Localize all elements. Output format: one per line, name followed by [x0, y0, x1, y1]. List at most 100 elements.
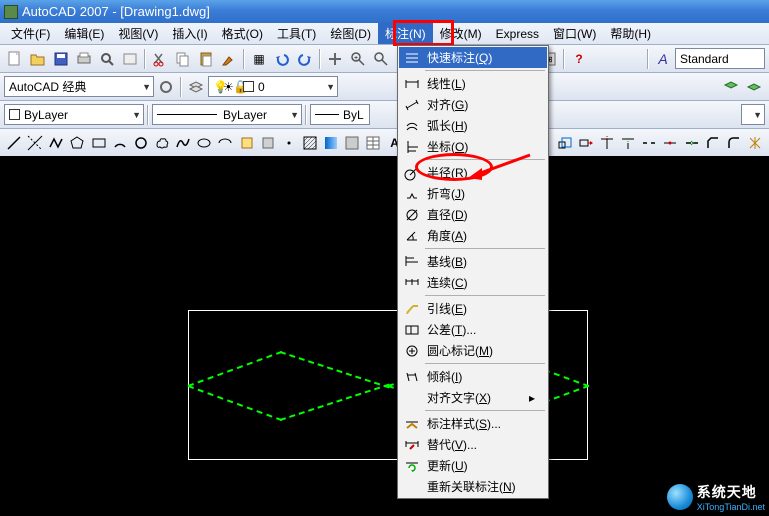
undo-button[interactable]: [271, 48, 293, 70]
menu-item-jogged-icon[interactable]: 折弯(J): [399, 183, 547, 204]
drawing-canvas[interactable]: [0, 156, 769, 516]
circle-tool[interactable]: [131, 132, 151, 154]
menu-item-linear-dim-icon[interactable]: 线性(L): [399, 73, 547, 94]
menu-item-radius-icon[interactable]: 半径(R): [399, 162, 547, 183]
scale-tool[interactable]: [555, 132, 575, 154]
menu-item-aligned-dim-icon[interactable]: 对齐(G): [399, 94, 547, 115]
ellipse-tool[interactable]: [194, 132, 214, 154]
menu-item-baseline-icon[interactable]: 基线(B): [399, 251, 547, 272]
text-style-button[interactable]: A: [652, 48, 674, 70]
menu-format[interactable]: 格式(O): [215, 23, 270, 44]
arc-tool[interactable]: [110, 132, 130, 154]
menu-item-oblique-icon[interactable]: 倾斜(I): [399, 366, 547, 387]
table-tool[interactable]: [363, 132, 383, 154]
radius-icon: [403, 164, 421, 182]
stretch-tool[interactable]: [576, 132, 596, 154]
color-combo[interactable]: ByLayer▼: [4, 104, 144, 125]
menu-item-ordinate-icon[interactable]: 坐标(O): [399, 136, 547, 157]
menu-file[interactable]: 文件(F): [4, 23, 57, 44]
ellipse-arc-tool[interactable]: [215, 132, 235, 154]
layer-button[interactable]: [185, 76, 207, 98]
menu-modify[interactable]: 修改(M): [433, 23, 489, 44]
rect-tool[interactable]: [89, 132, 109, 154]
menu-draw[interactable]: 绘图(D): [323, 23, 378, 44]
menu-view[interactable]: 视图(V): [111, 23, 165, 44]
gradient-tool[interactable]: [321, 132, 341, 154]
new-button[interactable]: [4, 48, 26, 70]
trim-tool[interactable]: [597, 132, 617, 154]
menu-item-label: 圆心标记(M): [427, 342, 535, 359]
copy-button[interactable]: [172, 48, 194, 70]
plot-button[interactable]: [73, 48, 95, 70]
menu-item-diameter-icon[interactable]: 直径(D): [399, 204, 547, 225]
help-button[interactable]: ?: [568, 48, 590, 70]
point-tool[interactable]: [279, 132, 299, 154]
menu-item-arc-length-icon[interactable]: 弧长(H): [399, 115, 547, 136]
plot-style-combo[interactable]: ▼: [741, 104, 765, 125]
extend-tool[interactable]: [618, 132, 638, 154]
menu-edit[interactable]: 编辑(E): [57, 23, 111, 44]
make-block-tool[interactable]: [258, 132, 278, 154]
ws-settings-button[interactable]: [155, 76, 177, 98]
menu-dimension[interactable]: 标注(N): [378, 23, 433, 44]
cut-button[interactable]: [149, 48, 171, 70]
menu-item-label: 直径(D): [427, 206, 535, 223]
workspace-combo[interactable]: AutoCAD 经典▼: [4, 76, 154, 97]
menu-help[interactable]: 帮助(H): [603, 23, 658, 44]
zoom-rt-button[interactable]: +: [347, 48, 369, 70]
menu-item-align-text-icon[interactable]: 对齐文字(X)▸: [399, 387, 547, 408]
menu-item-label: 重新关联标注(N): [427, 478, 535, 495]
workspace-toolbar: AutoCAD 经典▼ 💡 ☀ 🔓 0▼: [0, 73, 769, 101]
explode-tool[interactable]: [745, 132, 765, 154]
menu-tools[interactable]: 工具(T): [270, 23, 323, 44]
xline-tool[interactable]: [25, 132, 45, 154]
preview-button[interactable]: [96, 48, 118, 70]
menu-item-angular-icon[interactable]: 角度(A): [399, 225, 547, 246]
spline-tool[interactable]: [173, 132, 193, 154]
open-button[interactable]: [27, 48, 49, 70]
block-button[interactable]: ▦: [248, 48, 270, 70]
menu-item-update-icon[interactable]: 更新(U): [399, 455, 547, 476]
menu-item-leader-icon[interactable]: 引线(E): [399, 298, 547, 319]
menu-item-label: 快速标注(Q): [427, 49, 535, 66]
hatch-tool[interactable]: [300, 132, 320, 154]
menu-item-dim-style-icon[interactable]: 标注样式(S)...: [399, 413, 547, 434]
linetype-combo[interactable]: ByLayer▼: [152, 104, 302, 125]
pan-button[interactable]: [324, 48, 346, 70]
menu-express[interactable]: Express: [489, 25, 546, 43]
revcloud-tool[interactable]: [152, 132, 172, 154]
menu-item-center-mark-icon[interactable]: 圆心标记(M): [399, 340, 547, 361]
publish-button[interactable]: [119, 48, 141, 70]
menu-item-quick-dim-icon[interactable]: 快速标注(Q): [399, 47, 547, 68]
zoom-win-button[interactable]: [370, 48, 392, 70]
menu-item-tolerance-icon[interactable]: 公差(T)...: [399, 319, 547, 340]
separator: [563, 49, 565, 69]
menu-bar[interactable]: 文件(F) 编辑(E) 视图(V) 插入(I) 格式(O) 工具(T) 绘图(D…: [0, 23, 769, 45]
menu-item-reassoc-icon[interactable]: 重新关联标注(N): [399, 476, 547, 497]
menu-window[interactable]: 窗口(W): [546, 23, 603, 44]
polygon-tool[interactable]: [67, 132, 87, 154]
break-at-tool[interactable]: [660, 132, 680, 154]
break-tool[interactable]: [639, 132, 659, 154]
layer-combo[interactable]: 💡 ☀ 🔓 0▼: [208, 76, 338, 97]
menu-item-continue-icon[interactable]: 连续(C): [399, 272, 547, 293]
paste-button[interactable]: [195, 48, 217, 70]
menu-insert[interactable]: 插入(I): [165, 23, 214, 44]
insert-tool[interactable]: [237, 132, 257, 154]
redo-button[interactable]: [294, 48, 316, 70]
layers-stack-2-button[interactable]: [743, 76, 765, 98]
match-button[interactable]: [218, 48, 240, 70]
save-button[interactable]: [50, 48, 72, 70]
join-tool[interactable]: [682, 132, 702, 154]
lineweight-combo[interactable]: ByL: [310, 104, 370, 125]
menu-item-label: 公差(T)...: [427, 321, 535, 338]
line-tool[interactable]: [4, 132, 24, 154]
region-tool[interactable]: [342, 132, 362, 154]
fillet-tool[interactable]: [724, 132, 744, 154]
chamfer-tool[interactable]: [703, 132, 723, 154]
menu-item-label: 角度(A): [427, 227, 535, 244]
pline-tool[interactable]: [46, 132, 66, 154]
layers-stack-button[interactable]: [720, 76, 742, 98]
text-style-combo[interactable]: Standard: [675, 48, 765, 69]
menu-item-override-icon[interactable]: 替代(V)...: [399, 434, 547, 455]
